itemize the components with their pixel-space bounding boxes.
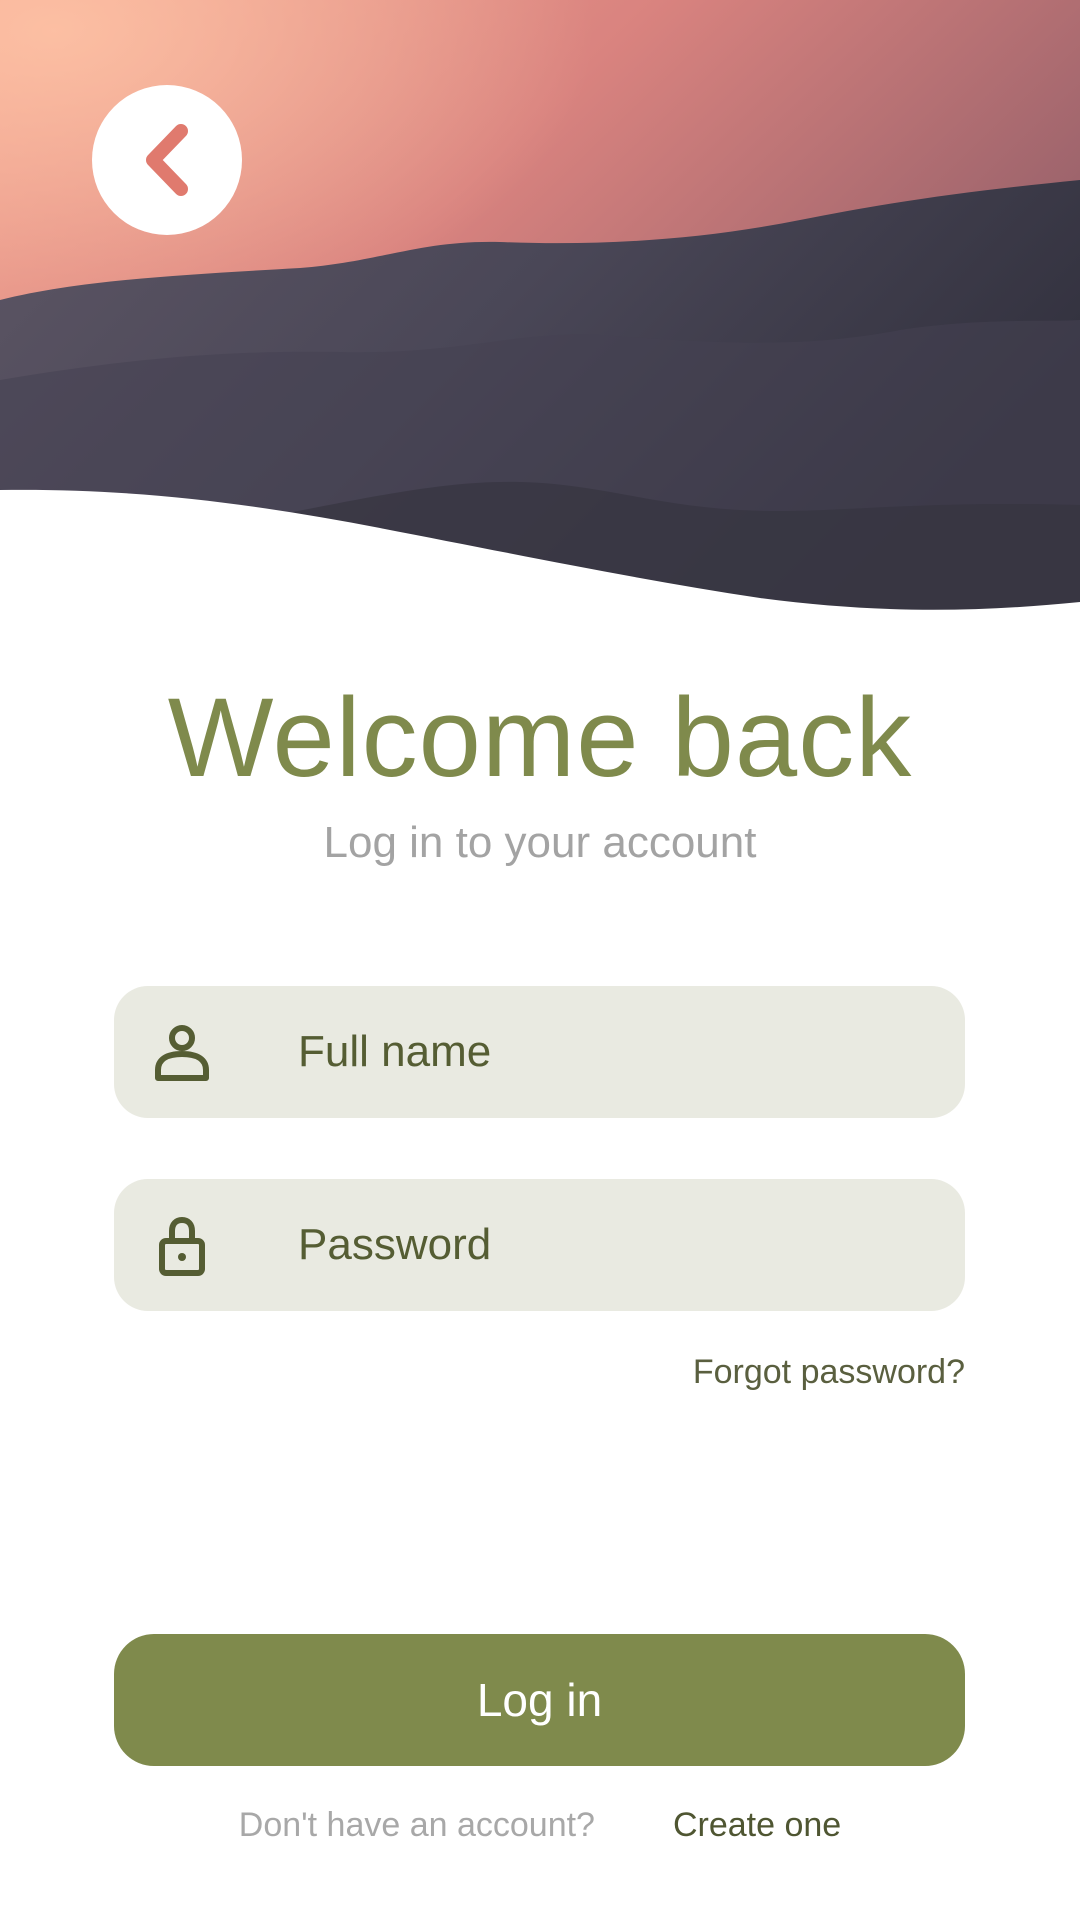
back-button[interactable] (92, 85, 242, 235)
login-screen: Welcome back Log in to your account Forg… (0, 0, 1080, 1920)
page-title: Welcome back (167, 675, 913, 800)
login-button[interactable]: Log in (114, 1634, 965, 1766)
page-subtitle: Log in to your account (323, 818, 757, 867)
full-name-field[interactable] (114, 986, 965, 1118)
signup-prompt: Don't have an account? Create one (0, 1803, 1080, 1847)
signup-prompt-text: Don't have an account? (238, 1806, 595, 1844)
create-account-link[interactable]: Create one (673, 1806, 841, 1844)
password-input[interactable] (298, 1179, 918, 1311)
user-icon (155, 1025, 209, 1081)
chevron-left-icon (146, 124, 188, 196)
password-field[interactable] (114, 1179, 965, 1311)
full-name-input[interactable] (298, 986, 918, 1118)
forgot-password-link[interactable]: Forgot password? (693, 1350, 965, 1394)
lock-icon (159, 1216, 205, 1276)
